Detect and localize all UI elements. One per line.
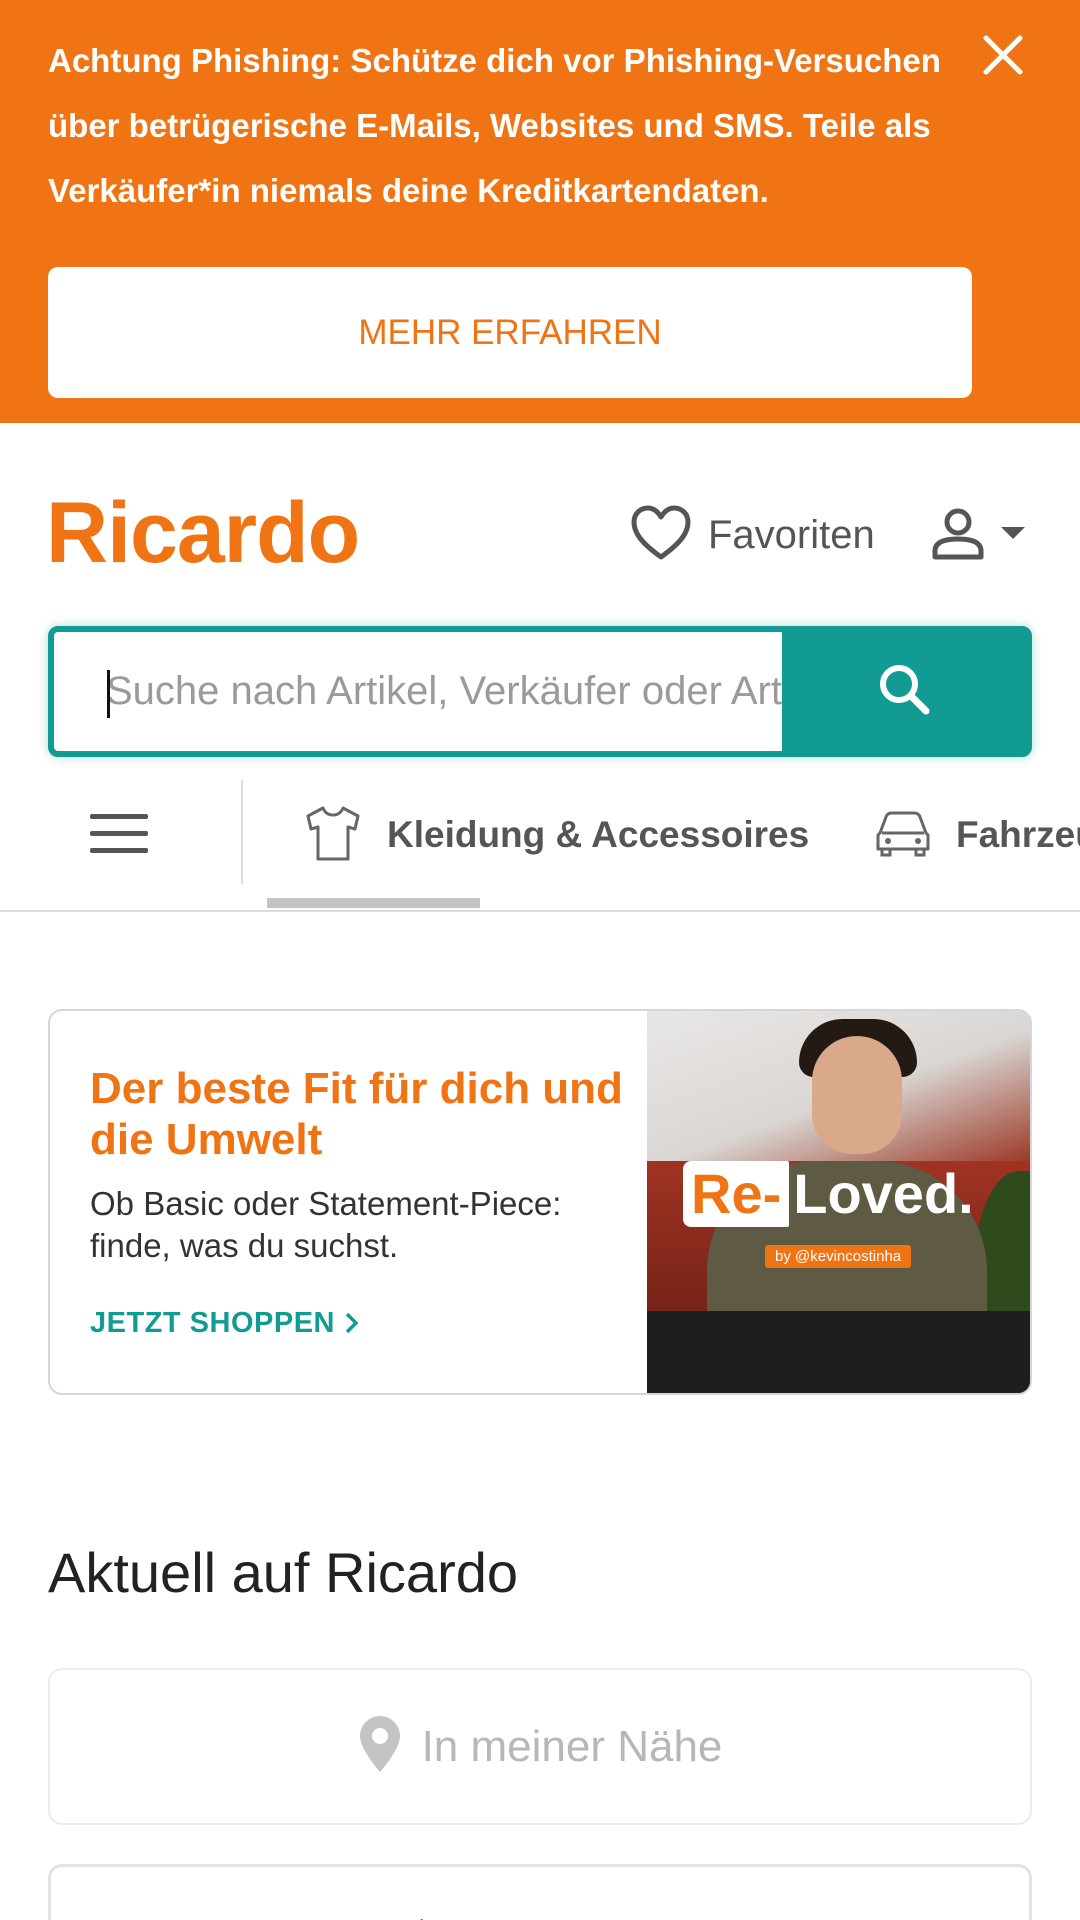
favorites-label: Favoriten	[708, 512, 875, 557]
category-item-vehicles[interactable]: Fahrzeuge	[874, 800, 1080, 870]
shop-now-link[interactable]: JETZT SHOPPEN	[90, 1307, 630, 1340]
active-category-indicator	[267, 898, 480, 908]
search-input[interactable]	[54, 632, 782, 751]
shop-now-label: JETZT SHOPPEN	[90, 1307, 335, 1339]
tshirt-icon	[303, 803, 363, 868]
category-nav: Kleidung & Accessoires Fahrzeuge	[0, 770, 1080, 912]
promo-image: Re- Loved. by @kevincostinha	[647, 1011, 1030, 1393]
near-me-filter[interactable]: In meiner Nähe	[48, 1668, 1032, 1825]
search-icon	[876, 661, 932, 722]
search-field-wrapper	[54, 632, 782, 751]
promo-banner[interactable]: Der beste Fit für dich und die Umwelt Ob…	[48, 1009, 1032, 1395]
account-menu-button[interactable]	[930, 505, 1026, 566]
close-icon[interactable]	[978, 30, 1028, 80]
car-icon	[874, 809, 932, 862]
promo-text: Der beste Fit für dich und die Umwelt Ob…	[90, 1063, 630, 1340]
search-button[interactable]	[782, 632, 1026, 751]
chevron-down-icon	[1000, 526, 1026, 545]
user-icon	[930, 505, 986, 566]
text-caret	[107, 670, 110, 718]
ricardo-logo[interactable]: Ricardo	[46, 488, 360, 578]
phishing-banner: Achtung Phishing: Schütze dich vor Phish…	[0, 0, 1080, 423]
hamburger-icon[interactable]	[90, 814, 148, 854]
reloved-logo: Re- Loved.	[683, 1161, 974, 1227]
category-label: Fahrzeuge	[956, 814, 1080, 855]
search-bar	[48, 626, 1032, 757]
near-me-label: In meiner Nähe	[421, 1721, 723, 1771]
image-credit: by @kevincostinha	[765, 1245, 912, 1268]
learn-more-button[interactable]: MEHR ERFAHREN	[48, 267, 972, 398]
section-title: Aktuell auf Ricardo	[48, 1541, 519, 1604]
promo-subtitle: Ob Basic oder Statement-Piece: finde, wa…	[90, 1185, 562, 1264]
banner-message: Achtung Phishing: Schütze dich vor Phish…	[48, 42, 941, 209]
category-item-clothing[interactable]: Kleidung & Accessoires	[303, 800, 809, 870]
location-pin-icon	[358, 1714, 402, 1779]
nav-divider	[241, 780, 243, 884]
heart-icon	[630, 504, 692, 567]
chevron-right-icon	[344, 1307, 360, 1339]
list-item[interactable]	[48, 1864, 1032, 1920]
favorites-link[interactable]: Favoriten	[630, 503, 875, 567]
category-label: Kleidung & Accessoires	[387, 814, 810, 855]
promo-title: Der beste Fit für dich und die Umwelt	[90, 1064, 623, 1164]
